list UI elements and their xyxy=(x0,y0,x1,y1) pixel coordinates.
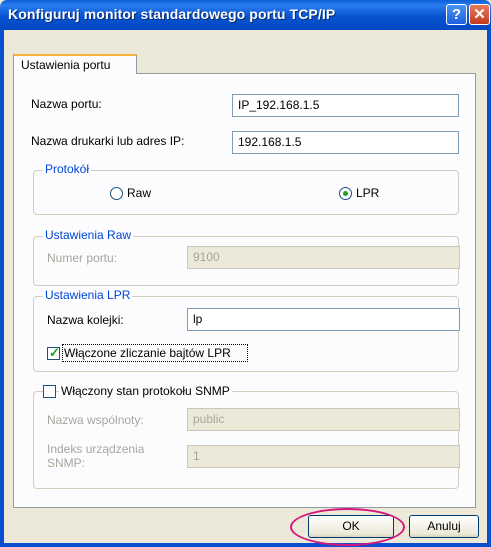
snmp-device-index-label: Indeks urządzenia SNMP: xyxy=(47,442,145,470)
byte-counting-label[interactable]: Włączone zliczanie bajtów LPR xyxy=(64,346,231,360)
window-title: Konfiguruj monitor standardowego portu T… xyxy=(8,6,336,22)
lpr-settings-title: Ustawienia LPR xyxy=(43,288,133,302)
radio-selected-dot xyxy=(343,191,348,196)
checkmark-icon: ✓ xyxy=(49,345,60,360)
raw-settings-title: Ustawienia Raw xyxy=(43,228,134,242)
window-border-right xyxy=(487,30,491,547)
snmp-community-field[interactable]: public xyxy=(187,408,460,431)
raw-port-number-label: Numer portu: xyxy=(47,251,118,265)
snmp-device-index-field[interactable]: 1 xyxy=(187,445,460,468)
cancel-button[interactable]: Anuluj xyxy=(409,515,479,538)
tab-port-settings[interactable]: Ustawienia portu xyxy=(13,54,137,74)
ok-highlight-ring xyxy=(290,508,405,546)
lpr-radio-label[interactable]: LPR xyxy=(356,186,379,200)
port-name-label: Nazwa portu: xyxy=(31,97,102,111)
tab-panel: Nazwa portu: IP_192.168.1.5 Nazwa drukar… xyxy=(13,73,476,508)
lpr-queue-label: Nazwa kolejki: xyxy=(47,313,124,327)
window-border-left xyxy=(0,30,4,547)
protocol-group xyxy=(33,170,459,215)
raw-radio[interactable] xyxy=(110,187,123,200)
snmp-group xyxy=(33,391,459,489)
snmp-enable-label[interactable]: Włączony stan protokołu SNMP xyxy=(59,384,232,398)
snmp-community-label: Nazwa wspólnoty: xyxy=(47,413,144,427)
snmp-enable-checkbox[interactable] xyxy=(43,385,56,398)
lpr-queue-field[interactable]: lp xyxy=(187,308,460,331)
raw-port-number-field[interactable]: 9100 xyxy=(187,246,460,269)
byte-counting-checkbox[interactable]: ✓ xyxy=(47,345,60,360)
protocol-group-title: Protokół xyxy=(43,162,92,176)
window-border-bottom xyxy=(0,543,491,547)
printer-address-label: Nazwa drukarki lub adres IP: xyxy=(31,134,185,148)
port-name-field[interactable]: IP_192.168.1.5 xyxy=(232,94,459,117)
printer-address-field[interactable]: 192.168.1.5 xyxy=(232,131,459,154)
close-button[interactable]: ✕ xyxy=(469,4,490,25)
raw-radio-label[interactable]: Raw xyxy=(127,186,151,200)
help-button[interactable]: ? xyxy=(446,4,467,25)
lpr-radio[interactable] xyxy=(339,187,352,200)
title-bar[interactable]: Konfiguruj monitor standardowego portu T… xyxy=(0,0,491,30)
dialog-window: Konfiguruj monitor standardowego portu T… xyxy=(0,0,491,547)
